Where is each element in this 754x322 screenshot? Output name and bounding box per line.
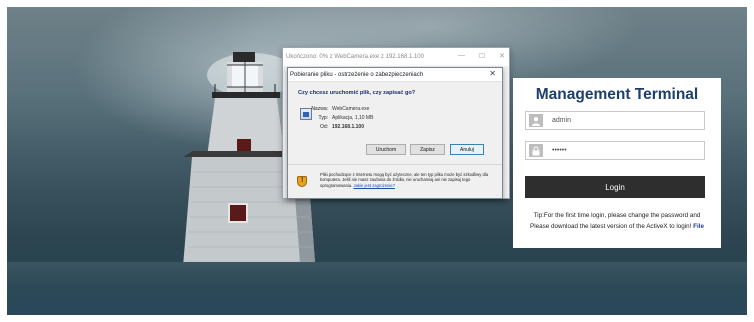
- file-source-row: Od: 192.168.1.100: [292, 124, 364, 130]
- close-icon[interactable]: ✕: [499, 52, 505, 60]
- file-source-value: 192.168.1.100: [332, 124, 364, 130]
- security-dialog-titlebar[interactable]: Pobieranie pliku - ostrzeżenie o zabezpi…: [288, 68, 502, 82]
- tip-line-2: Please download the latest version of th…: [513, 221, 721, 232]
- file-name-value: WebCamera.exe: [332, 106, 370, 112]
- file-type-label: Typ:: [318, 115, 328, 121]
- username-value: admin: [552, 117, 572, 124]
- ground: [7, 262, 747, 315]
- shield-warning-icon: [297, 176, 307, 187]
- run-button[interactable]: Uruchom: [366, 144, 406, 155]
- password-value: ••••••: [552, 147, 567, 154]
- save-button[interactable]: Zapisz: [410, 144, 445, 155]
- download-window-title: Ukończono: 0% z WebCamera.exe z 192.168.…: [286, 54, 424, 60]
- file-source-label: Od:: [319, 124, 328, 130]
- maximize-icon[interactable]: ☐: [479, 52, 485, 60]
- security-warning-dialog[interactable]: Pobieranie pliku - ostrzeżenie o zabezpi…: [287, 67, 503, 199]
- security-dialog-title: Pobieranie pliku - ostrzeżenie o zabezpi…: [290, 71, 424, 78]
- password-field[interactable]: ••••••: [525, 141, 705, 160]
- page-title: Management Terminal: [535, 86, 699, 103]
- risk-info-link[interactable]: Jakie jest zagrożenie?: [354, 183, 395, 188]
- file-type-value: Aplikacja, 1,10 MB: [332, 115, 374, 121]
- tip-text: Tip:For the first time login, please cha…: [513, 210, 721, 232]
- minimize-icon[interactable]: —: [458, 52, 465, 60]
- lock-icon: [529, 144, 543, 157]
- tip-line-1: Tip:For the first time login, please cha…: [533, 212, 701, 219]
- login-panel: Management Terminal admin •••••• Login T…: [513, 78, 721, 248]
- cancel-button[interactable]: Anuluj: [450, 144, 484, 155]
- download-window-titlebar[interactable]: Ukończono: 0% z WebCamera.exe z 192.168.…: [283, 48, 509, 66]
- close-icon[interactable]: ✕: [489, 69, 496, 78]
- warning-text: Pliki pochodzące z Internetu mogą być uż…: [320, 172, 489, 188]
- login-button[interactable]: Login: [525, 176, 705, 198]
- warning-footer-text: Pliki pochodzące z Internetu mogą być uż…: [320, 172, 496, 188]
- tip-line-2-text: Please download the latest version of th…: [530, 223, 692, 230]
- activex-file-link[interactable]: File: [693, 223, 704, 230]
- file-type-row: Typ: Aplikacja, 1,10 MB: [292, 115, 374, 121]
- file-name-row: Nazwa: WebCamera.exe: [292, 106, 369, 112]
- dialog-question: Czy chcesz uruchomić plik, czy zapisać g…: [298, 90, 416, 96]
- file-name-label: Nazwa:: [311, 106, 328, 112]
- username-field[interactable]: admin: [525, 111, 705, 130]
- user-icon: [529, 114, 543, 127]
